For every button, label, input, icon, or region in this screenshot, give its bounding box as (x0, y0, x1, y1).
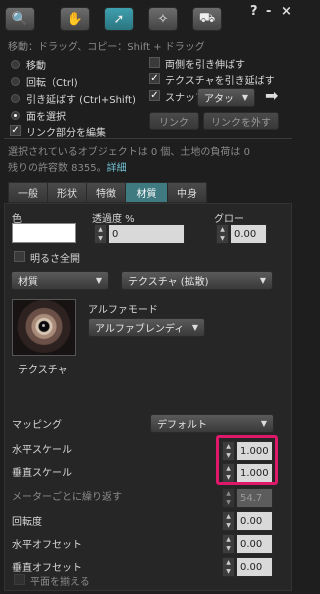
snap-mode-dropdown[interactable]: アタッ ▼ (197, 88, 255, 107)
tool-land[interactable]: ⛟ (192, 7, 222, 31)
arrow-right-icon[interactable]: ➡ (265, 86, 278, 105)
cursor-icon: ➚ (113, 11, 125, 27)
texture-kind-value: テクスチャ (拡散) (128, 277, 209, 288)
tool-move[interactable]: ✋ (60, 7, 90, 31)
v-offset-field[interactable]: 0.00 (236, 557, 273, 577)
stretch-both-checkbox[interactable] (149, 57, 160, 68)
bulldozer-icon: ⛟ (198, 10, 216, 26)
hand-icon: ✋ (66, 11, 84, 27)
texture-kind-dropdown[interactable]: テクスチャ (拡散) ▼ (121, 271, 273, 290)
h-scale-label: 水平スケール (12, 445, 72, 456)
v-scale-label: 垂直スケール (12, 468, 72, 479)
h-offset-field[interactable]: 0.00 (236, 534, 273, 554)
close-button[interactable]: × (281, 4, 292, 19)
status-line-1: 選択されているオブジェクトは 0 個、土地の負荷は 0 (8, 147, 250, 158)
link-button[interactable]: リンク (149, 112, 199, 130)
glow-stepper[interactable]: ▲ ▼ (216, 224, 229, 244)
radio-stretch[interactable] (11, 94, 20, 103)
repeats-label: メーターごとに繰り返す (12, 492, 122, 503)
repeats-field: 54.7 (236, 488, 273, 508)
rotation-label: 回転度 (12, 517, 42, 528)
radio-select-face-label: 面を選択 (26, 112, 66, 123)
rotation-field[interactable]: 0.00 (236, 511, 273, 531)
h-offset-label: 水平オフセット (12, 540, 82, 551)
divider (4, 138, 292, 139)
repeats-stepper[interactable]: ▲ ▼ (222, 488, 235, 508)
glow-field[interactable]: 0.00 (230, 224, 267, 244)
edit-linked-checkbox[interactable]: ✓ (10, 125, 21, 136)
align-planar-label: 平面を揃える (30, 577, 90, 588)
mapping-dropdown[interactable]: デフォルト ▼ (150, 414, 274, 433)
chevron-down-icon: ▼ (95, 276, 102, 285)
status-line-2: 残りの許容数 8355。詳細 (8, 159, 127, 174)
v-offset-stepper[interactable]: ▲ ▼ (222, 557, 235, 577)
eye-icon (42, 324, 45, 327)
rotation-stepper[interactable]: ▲ ▼ (222, 511, 235, 531)
tool-edit[interactable]: ➚ (104, 7, 134, 31)
details-link[interactable]: 詳細 (107, 163, 127, 174)
transparency-field[interactable]: 0 (108, 224, 185, 244)
full-bright-checkbox[interactable] (14, 251, 25, 262)
status-remaining: 残りの許容数 8355。 (8, 163, 107, 174)
h-offset-stepper[interactable]: ▲ ▼ (222, 534, 235, 554)
texture-thumbnail[interactable] (12, 299, 76, 356)
tab-shape[interactable]: 形状 (47, 182, 87, 203)
tab-contents[interactable]: 中身 (167, 182, 207, 203)
transparency-label: 透過度 % (92, 214, 135, 225)
material-type-value: 材質 (18, 277, 38, 288)
hint-text: 移動：ドラッグ、コピー：Shift + ドラッグ (8, 42, 205, 53)
stretch-both-label: 両側を引き伸ばす (165, 60, 245, 71)
chevron-down-icon: ▼ (191, 323, 198, 332)
chevron-down-icon: ▼ (260, 419, 267, 428)
help-button[interactable]: ? (250, 4, 258, 19)
texture-label: テクスチャ (18, 365, 68, 376)
chevron-down-icon: ▼ (259, 276, 266, 285)
snap-checkbox[interactable]: ✓ (149, 90, 160, 101)
stretch-textures-checkbox[interactable]: ✓ (149, 73, 160, 84)
minimize-button[interactable]: - (266, 4, 271, 19)
mapping-label: マッピング (12, 420, 62, 431)
snap-mode-value: アタッ (204, 94, 234, 105)
tool-create[interactable]: ✧ (148, 7, 178, 31)
align-planar-checkbox[interactable] (14, 574, 25, 585)
chevron-down-icon: ▼ (241, 93, 248, 102)
color-swatch[interactable] (12, 223, 76, 243)
radio-select-face[interactable] (11, 111, 20, 120)
radio-move-label: 移動 (26, 61, 46, 72)
alpha-mode-value: アルファブレンディ (95, 324, 185, 335)
transparency-stepper[interactable]: ▲ ▼ (94, 224, 107, 244)
magnifier-icon: 🔍 (11, 11, 29, 27)
tab-features[interactable]: 特徴 (86, 182, 126, 203)
radio-rotate[interactable] (11, 77, 20, 86)
scale-highlight (216, 435, 278, 485)
material-type-dropdown[interactable]: 材質 ▼ (11, 271, 109, 290)
tab-general[interactable]: 一般 (8, 182, 48, 203)
alpha-mode-label: アルファモード (88, 305, 158, 316)
radio-rotate-label: 回転（Ctrl) (26, 78, 78, 89)
full-bright-label: 明るさ全開 (30, 254, 80, 265)
edit-linked-label: リンク部分を編集 (26, 128, 106, 139)
tab-material[interactable]: 材質 (125, 182, 168, 203)
radio-move[interactable] (11, 60, 20, 69)
v-offset-label: 垂直オフセット (12, 563, 82, 574)
stretch-textures-label: テクスチャを引き延ばす (165, 76, 275, 87)
unlink-button[interactable]: リンクを外す (203, 112, 279, 130)
glow-label: グロー (214, 214, 244, 225)
wand-icon: ✧ (157, 11, 169, 27)
radio-stretch-label: 引き延ばす (Ctrl+Shift) (26, 95, 136, 106)
tool-focus[interactable]: 🔍 (5, 7, 35, 31)
alpha-mode-dropdown[interactable]: アルファブレンディ ▼ (88, 318, 205, 337)
mapping-value: デフォルト (157, 420, 207, 431)
